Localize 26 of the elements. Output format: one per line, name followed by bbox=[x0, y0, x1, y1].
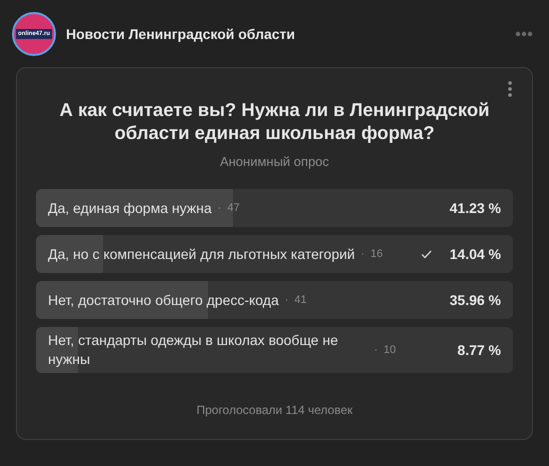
option-label: Нет, достаточно общего дресс-кода bbox=[48, 290, 279, 310]
separator-dot: · bbox=[284, 294, 288, 306]
separator-dot: · bbox=[360, 248, 365, 260]
poll-option[interactable]: Нет, стандарты одежды в школах вообще не нужны · 10 8.77 % bbox=[36, 327, 513, 373]
vote-percent: 35.96 % bbox=[450, 292, 501, 308]
option-label: Да, но с компенсацией для льготных категорий bbox=[48, 244, 355, 264]
poll-type: Анонимный опрос bbox=[220, 154, 330, 169]
vote-count: 47 bbox=[227, 202, 240, 214]
option-label: Да, единая форма нужна bbox=[48, 198, 212, 218]
channel-title[interactable]: Новости Ленинградской области bbox=[66, 26, 505, 42]
vote-percent: 41.23 % bbox=[450, 200, 501, 216]
vote-count: 41 bbox=[294, 294, 307, 306]
more-icon[interactable] bbox=[508, 81, 512, 97]
vote-count: 10 bbox=[384, 344, 396, 356]
separator-dot: · bbox=[218, 202, 222, 214]
poll-option[interactable]: Да, единая форма нужна · 47 41.23 % bbox=[36, 189, 513, 227]
vote-total: Проголосовали 114 человек bbox=[196, 403, 353, 417]
separator-dot: · bbox=[374, 344, 378, 356]
more-icon[interactable] bbox=[515, 31, 533, 37]
poll-option[interactable]: Нет, достаточно общего дресс-кода · 41 35.96 % bbox=[36, 281, 513, 319]
option-label: Нет, стандарты одежды в школах вообще не нужны bbox=[48, 331, 339, 369]
vote-count: 16 bbox=[370, 248, 383, 260]
vote-percent: 8.77 % bbox=[457, 342, 501, 358]
poll-option[interactable]: Да, но с компенсацией для льготных категорий · 16 14.04 % bbox=[36, 235, 513, 273]
poll-question: А как считаете вы? Нужна ли в Ленинградской области единая школьная форма? bbox=[58, 98, 490, 144]
vote-percent: 14.04 % bbox=[450, 246, 501, 262]
